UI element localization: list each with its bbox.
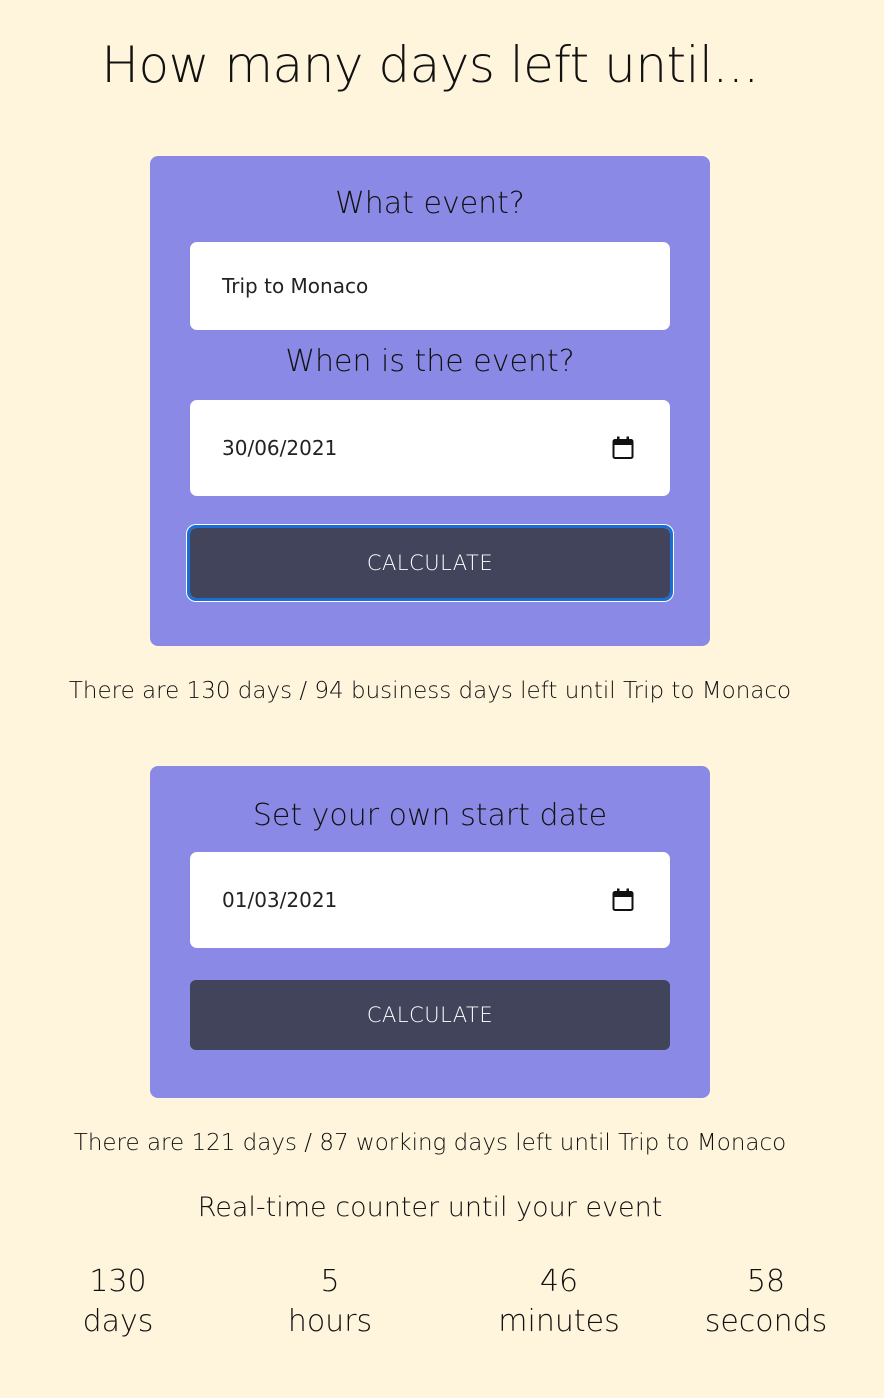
counter-minutes-label: minutes [498, 1304, 620, 1339]
counter-days-label: days [82, 1304, 154, 1339]
event-date-label: When is the event? [285, 344, 575, 379]
counter-seconds: 58 seconds [680, 1262, 852, 1342]
counter-hours-value: 5 [320, 1264, 340, 1299]
calendar-icon[interactable] [612, 888, 634, 912]
counter-minutes-value: 46 [539, 1264, 579, 1299]
event-date-input[interactable]: 30/06/2021 [190, 400, 670, 496]
page-title: How many days left until... [101, 36, 759, 94]
counter-seconds-label: seconds [704, 1304, 828, 1339]
start-date-input[interactable]: 01/03/2021 [190, 852, 670, 948]
counter-hours-label: hours [287, 1304, 373, 1339]
calculate-event-button[interactable]: CALCULATE [187, 525, 673, 601]
calendar-icon[interactable] [612, 436, 634, 460]
event-date-value: 30/06/2021 [222, 436, 338, 460]
calculate-start-button[interactable]: CALCULATE [190, 980, 670, 1050]
counter-days: 130 days [62, 1262, 174, 1342]
counter-minutes: 46 minutes [474, 1262, 644, 1342]
event-name-value: Trip to Monaco [222, 274, 369, 298]
counter-hours: 5 hours [268, 1262, 392, 1342]
start-result-text: There are 121 days / 87 working days lef… [73, 1130, 787, 1156]
start-date-label: Set your own start date [252, 798, 608, 833]
event-form-card: What event? Trip to Monaco When is the e… [150, 156, 710, 646]
event-result-text: There are 130 days / 94 business days le… [68, 678, 792, 704]
counter-seconds-value: 58 [746, 1264, 786, 1299]
counter-days-value: 130 [89, 1264, 147, 1299]
counter-heading: Real-time counter until your event [197, 1192, 663, 1223]
event-name-input[interactable]: Trip to Monaco [190, 242, 670, 330]
start-date-card: Set your own start date 01/03/2021 CALCU… [150, 766, 710, 1098]
event-name-label: What event? [335, 186, 525, 221]
start-date-value: 01/03/2021 [222, 888, 338, 912]
